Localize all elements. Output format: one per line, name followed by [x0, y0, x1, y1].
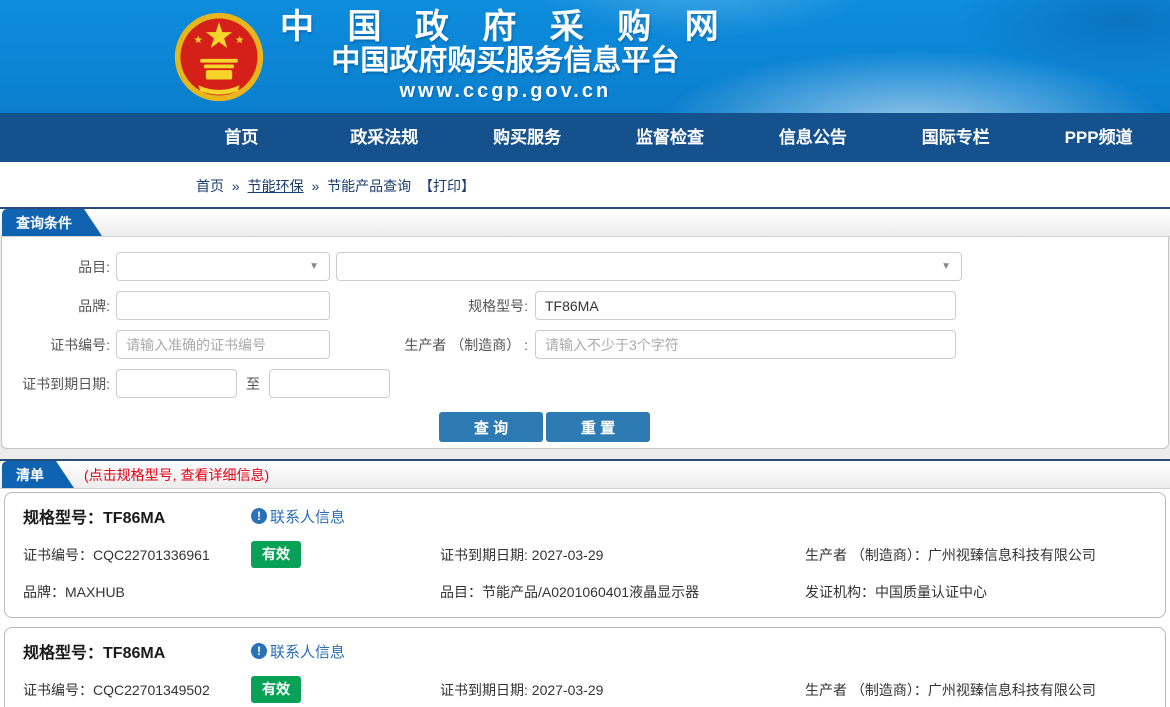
- breadcrumb: 首页 » 节能环保 » 节能产品查询 【打印】: [0, 162, 1170, 207]
- subcategory-select[interactable]: ▼: [336, 252, 962, 281]
- nav-item-supervision[interactable]: 监督检查: [599, 113, 742, 162]
- breadcrumb-current-page: 节能产品查询: [327, 178, 411, 194]
- nav-item-home[interactable]: 首页: [170, 113, 313, 162]
- print-link[interactable]: 【打印】: [419, 178, 475, 194]
- info-icon: !: [251, 643, 267, 659]
- query-form: 品目: ▼ ▼ 品牌: 规格型号: 证书编号: 生产者 （制造商） : 证书到期…: [1, 237, 1169, 449]
- reset-button[interactable]: 重 置: [546, 412, 650, 442]
- card-model-value: TF86MA: [103, 645, 165, 662]
- list-hint-note: (点击规格型号, 查看详细信息): [84, 461, 269, 488]
- status-badge: 有效: [251, 541, 301, 568]
- nav-item-international[interactable]: 国际专栏: [884, 113, 1027, 162]
- list-section: 清单 (点击规格型号, 查看详细信息) 规格型号：TF86MA !联系人信息 证…: [0, 459, 1170, 707]
- search-button[interactable]: 查 询: [439, 412, 543, 442]
- breadcrumb-separator: »: [232, 178, 240, 194]
- card-producer: 生产者 （制造商）：广州视臻信息科技有限公司: [805, 545, 1165, 565]
- nav-item-ppp-channel[interactable]: PPP频道: [1027, 113, 1170, 162]
- card-model-label: 规格型号：: [23, 645, 103, 662]
- producer-label: 生产者 （制造商） :: [330, 335, 535, 355]
- card-expiry: 证书到期日期: 2027-03-29: [440, 545, 805, 565]
- contact-info-label: 联系人信息: [270, 641, 345, 662]
- query-section: 查询条件 品目: ▼ ▼ 品牌: 规格型号: 证书编号: 生产者 （制造商） :…: [0, 207, 1170, 449]
- nav-item-regulations[interactable]: 政采法规: [313, 113, 456, 162]
- card-model-label: 规格型号：: [23, 510, 103, 527]
- result-card: 规格型号：TF86MA !联系人信息 证书编号：CQC22701336961 有…: [4, 492, 1166, 618]
- card-model-link[interactable]: 规格型号：TF86MA: [23, 504, 251, 528]
- contact-info-label: 联系人信息: [270, 506, 345, 527]
- query-section-tab-bar: 查询条件: [0, 209, 1170, 237]
- breadcrumb-home-link[interactable]: 首页: [196, 178, 224, 194]
- card-issuer: 发证机构：中国质量认证中心: [805, 582, 1165, 602]
- main-nav: 首页 政采法规 购买服务 监督检查 信息公告 国际专栏 PPP频道: [0, 113, 1170, 162]
- expiry-date-to-input[interactable]: [269, 369, 390, 398]
- list-section-title-tab: 清单: [2, 461, 74, 488]
- category-select[interactable]: ▼: [116, 252, 330, 281]
- category-label: 品目:: [2, 257, 116, 277]
- national-emblem-logo: [172, 10, 266, 104]
- card-cert-no: 证书编号：CQC22701336961: [23, 545, 251, 565]
- nav-item-announcements[interactable]: 信息公告: [741, 113, 884, 162]
- certificate-number-label: 证书编号:: [2, 335, 116, 355]
- list-section-tab-bar: 清单 (点击规格型号, 查看详细信息): [0, 461, 1170, 489]
- expiry-date-from-input[interactable]: [116, 369, 237, 398]
- site-header: 中 国 政 府 采 购 网 中国政府购买服务信息平台 www.ccgp.gov.…: [0, 0, 1170, 113]
- breadcrumb-category-link[interactable]: 节能环保: [248, 178, 304, 194]
- date-range-to-label: 至: [246, 374, 260, 394]
- card-brand: 品牌：MAXHUB: [23, 582, 440, 602]
- site-title: 中 国 政 府 采 购 网: [280, 9, 731, 45]
- site-subtitle: 中国政府购买服务信息平台: [280, 45, 731, 78]
- contact-info-link[interactable]: !联系人信息: [251, 506, 805, 527]
- chevron-down-icon: ▼: [941, 261, 951, 272]
- query-section-title-tab: 查询条件: [2, 209, 102, 236]
- producer-input[interactable]: [535, 330, 956, 359]
- card-cert-no: 证书编号：CQC22701349502: [23, 680, 251, 700]
- model-input[interactable]: [535, 291, 956, 320]
- brand-input[interactable]: [116, 291, 330, 320]
- card-producer: 生产者 （制造商）：广州视臻信息科技有限公司: [805, 680, 1165, 700]
- chevron-down-icon: ▼: [309, 261, 319, 272]
- card-model-link[interactable]: 规格型号：TF86MA: [23, 639, 251, 663]
- card-model-value: TF86MA: [103, 510, 165, 527]
- result-card: 规格型号：TF86MA !联系人信息 证书编号：CQC22701349502 有…: [4, 627, 1166, 707]
- contact-info-link[interactable]: !联系人信息: [251, 641, 805, 662]
- status-badge: 有效: [251, 676, 301, 703]
- info-icon: !: [251, 508, 267, 524]
- expiry-date-label: 证书到期日期:: [2, 374, 116, 394]
- brand-label: 品牌:: [2, 296, 116, 316]
- model-label: 规格型号:: [330, 296, 535, 316]
- card-expiry: 证书到期日期: 2027-03-29: [440, 680, 805, 700]
- site-url: www.ccgp.gov.cn: [280, 78, 731, 104]
- breadcrumb-separator: »: [311, 178, 319, 194]
- card-category: 品目：节能产品/A0201060401液晶显示器: [440, 582, 805, 602]
- nav-item-purchase-service[interactable]: 购买服务: [456, 113, 599, 162]
- certificate-number-input[interactable]: [116, 330, 330, 359]
